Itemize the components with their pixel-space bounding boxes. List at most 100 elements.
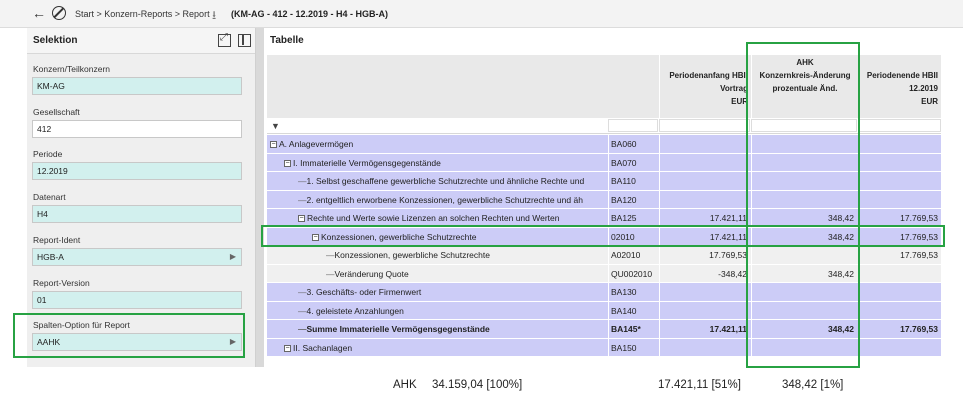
- row-cell-a: [659, 283, 750, 301]
- field-label: Spalten-Option für Report: [33, 320, 130, 330]
- row-cell-a: [659, 135, 750, 153]
- row-label: − II. Sachanlagen: [267, 339, 607, 357]
- tree-branch-icon: —: [326, 250, 335, 260]
- row-cell-a: [659, 190, 750, 208]
- row-label: —3. Geschäfts- oder Firmenwert: [267, 283, 607, 301]
- field-value[interactable]: 12.2019: [32, 162, 242, 180]
- filter-icon[interactable]: ▼: [271, 121, 280, 131]
- table-row[interactable]: —3. Geschäfts- oder Firmenwert BA130: [267, 283, 941, 302]
- breadcrumb[interactable]: Start > Konzern-Reports > Report: [75, 9, 210, 19]
- column-header-periodenanfang[interactable]: Periodenanfang HBII Vortrag EUR: [659, 55, 751, 118]
- row-cell-a: [659, 301, 750, 319]
- column-header-line: EUR: [731, 97, 748, 106]
- field-value[interactable]: H4: [32, 205, 242, 223]
- table-row[interactable]: − II. Sachanlagen BA150: [267, 338, 941, 357]
- back-arrow-icon[interactable]: ←: [32, 6, 46, 20]
- row-label: —Konzessionen, gewerbliche Schutzrechte: [267, 246, 607, 264]
- selection-panel: Selektion Konzern/TeilkonzernKM-AGGesell…: [27, 28, 256, 367]
- row-cell-a: [659, 153, 750, 171]
- row-cell-b: [751, 153, 857, 171]
- row-cell-c: [858, 135, 941, 153]
- field-value[interactable]: AAHK ▶: [32, 333, 242, 351]
- tree-branch-icon: —: [298, 287, 307, 297]
- collapse-toggle-icon[interactable]: −: [284, 159, 291, 167]
- collapse-toggle-icon[interactable]: −: [284, 344, 291, 352]
- field-value[interactable]: 412: [32, 120, 242, 138]
- row-label-text: II. Sachanlagen: [293, 342, 353, 353]
- field-value-text: 12.2019: [37, 166, 68, 176]
- field-value-text: KM-AG: [37, 81, 65, 91]
- filter-code-field[interactable]: [608, 119, 658, 132]
- collapse-toggle-icon[interactable]: −: [312, 233, 319, 241]
- field-label: Konzern/Teilkonzern: [33, 64, 111, 74]
- tree-branch-icon: —: [298, 324, 307, 334]
- table-row[interactable]: —Veränderung Quote QU002010 -348,42 348,42: [267, 264, 941, 283]
- row-cell-code: BA060: [608, 135, 658, 153]
- panel-splitter[interactable]: [256, 28, 264, 367]
- row-cell-code: BA140: [608, 301, 658, 319]
- field-label: Gesellschaft: [33, 107, 80, 117]
- table-header: Periodenanfang HBII Vortrag EUR AHK Konzern…: [267, 55, 941, 118]
- annotation-part-b: 348,42 [1%]: [782, 379, 844, 391]
- row-cell-b: [751, 283, 857, 301]
- collapse-toggle-icon[interactable]: −: [270, 141, 277, 149]
- row-cell-c: [858, 172, 941, 190]
- row-cell-b: 348,42: [751, 264, 857, 282]
- expand-icon[interactable]: [218, 32, 231, 47]
- row-cell-b: 348,42: [751, 227, 857, 245]
- field-value[interactable]: HGB-A ▶: [32, 248, 242, 266]
- table-row[interactable]: —1. Selbst geschaffene gewerbliche Schut…: [267, 172, 941, 191]
- row-cell-code: BA150: [608, 338, 658, 356]
- row-label-text: Konzessionen, gewerbliche Schutzrechte: [334, 250, 490, 260]
- dropdown-caret-icon[interactable]: ▶: [230, 334, 236, 350]
- row-label-text: 4. geleistete Anzahlungen: [306, 305, 404, 316]
- field-label: Periode: [33, 149, 63, 159]
- row-cell-code: QU002010: [608, 264, 658, 282]
- download-arrow-icon[interactable]: ⭳: [212, 6, 216, 27]
- column-header-line: Periodenanfang HBII: [669, 71, 748, 80]
- dropdown-caret-icon[interactable]: ▶: [230, 249, 236, 265]
- table-row[interactable]: − A. Anlagevermögen BA060: [267, 135, 941, 154]
- filter-b-field[interactable]: [751, 119, 857, 132]
- sidebar-toggle-icon[interactable]: [238, 34, 251, 47]
- row-cell-c: [858, 190, 941, 208]
- filter-a-field[interactable]: [659, 119, 750, 132]
- table-title: Tabelle: [270, 35, 304, 46]
- row-label-text: A. Anlagevermögen: [279, 139, 354, 149]
- row-cell-code: BA120: [608, 190, 658, 208]
- row-cell-code: BA125: [608, 209, 658, 227]
- column-header-line: AHK: [796, 58, 814, 67]
- field-value-text: H4: [37, 209, 48, 219]
- row-cell-b: [751, 338, 857, 356]
- row-label-text: Veränderung Quote: [334, 268, 409, 279]
- row-cell-code: BA070: [608, 153, 658, 171]
- table-row[interactable]: − Konzessionen, gewerbliche Schutzrechte 0…: [267, 227, 941, 246]
- table-row[interactable]: —Summe Immaterielle Vermögensgegenstände…: [267, 320, 941, 339]
- row-label-text: Rechte und Werte sowie Lizenzen an solch…: [307, 213, 560, 223]
- field-label: Report-Ident: [33, 235, 81, 245]
- row-cell-c: 17.769,53: [858, 320, 941, 338]
- table-row[interactable]: —2. entgeltlich erworbene Konzessionen, …: [267, 190, 941, 209]
- row-cell-code: 02010: [608, 227, 658, 245]
- cancel-icon[interactable]: [52, 6, 66, 20]
- filter-c-field[interactable]: [858, 119, 941, 132]
- collapse-toggle-icon[interactable]: −: [298, 215, 305, 223]
- filter-row: ▼: [267, 118, 941, 134]
- table-row[interactable]: —4. geleistete Anzahlungen BA140: [267, 301, 941, 320]
- row-label: —Summe Immaterielle Vermögensgegenstände: [267, 320, 607, 338]
- tree-branch-icon: —: [298, 194, 307, 205]
- table-row[interactable]: —Konzessionen, gewerbliche Schutzrechte A…: [267, 246, 941, 265]
- row-cell-a: 17.421,11: [659, 227, 750, 245]
- field-value[interactable]: 01: [32, 291, 242, 309]
- column-header-periodenende[interactable]: Periodenende HBII 12.2019 EUR: [858, 55, 941, 118]
- tree-branch-icon: —: [298, 176, 307, 186]
- row-cell-c: 17.769,53: [858, 227, 941, 245]
- column-header-ahk[interactable]: AHK Konzernkreis-Änderung prozentuale Änd.: [751, 55, 858, 118]
- table-row[interactable]: − I. Immaterielle Vermögensgegenstände BA0…: [267, 153, 941, 172]
- row-label: —2. entgeltlich erworbene Konzessionen, …: [267, 191, 607, 209]
- field-value[interactable]: KM-AG: [32, 77, 242, 95]
- row-cell-c: [858, 153, 941, 171]
- table-row[interactable]: − Rechte und Werte sowie Lizenzen an solc…: [267, 209, 941, 228]
- row-cell-c: [858, 338, 941, 356]
- row-cell-a: [659, 338, 750, 356]
